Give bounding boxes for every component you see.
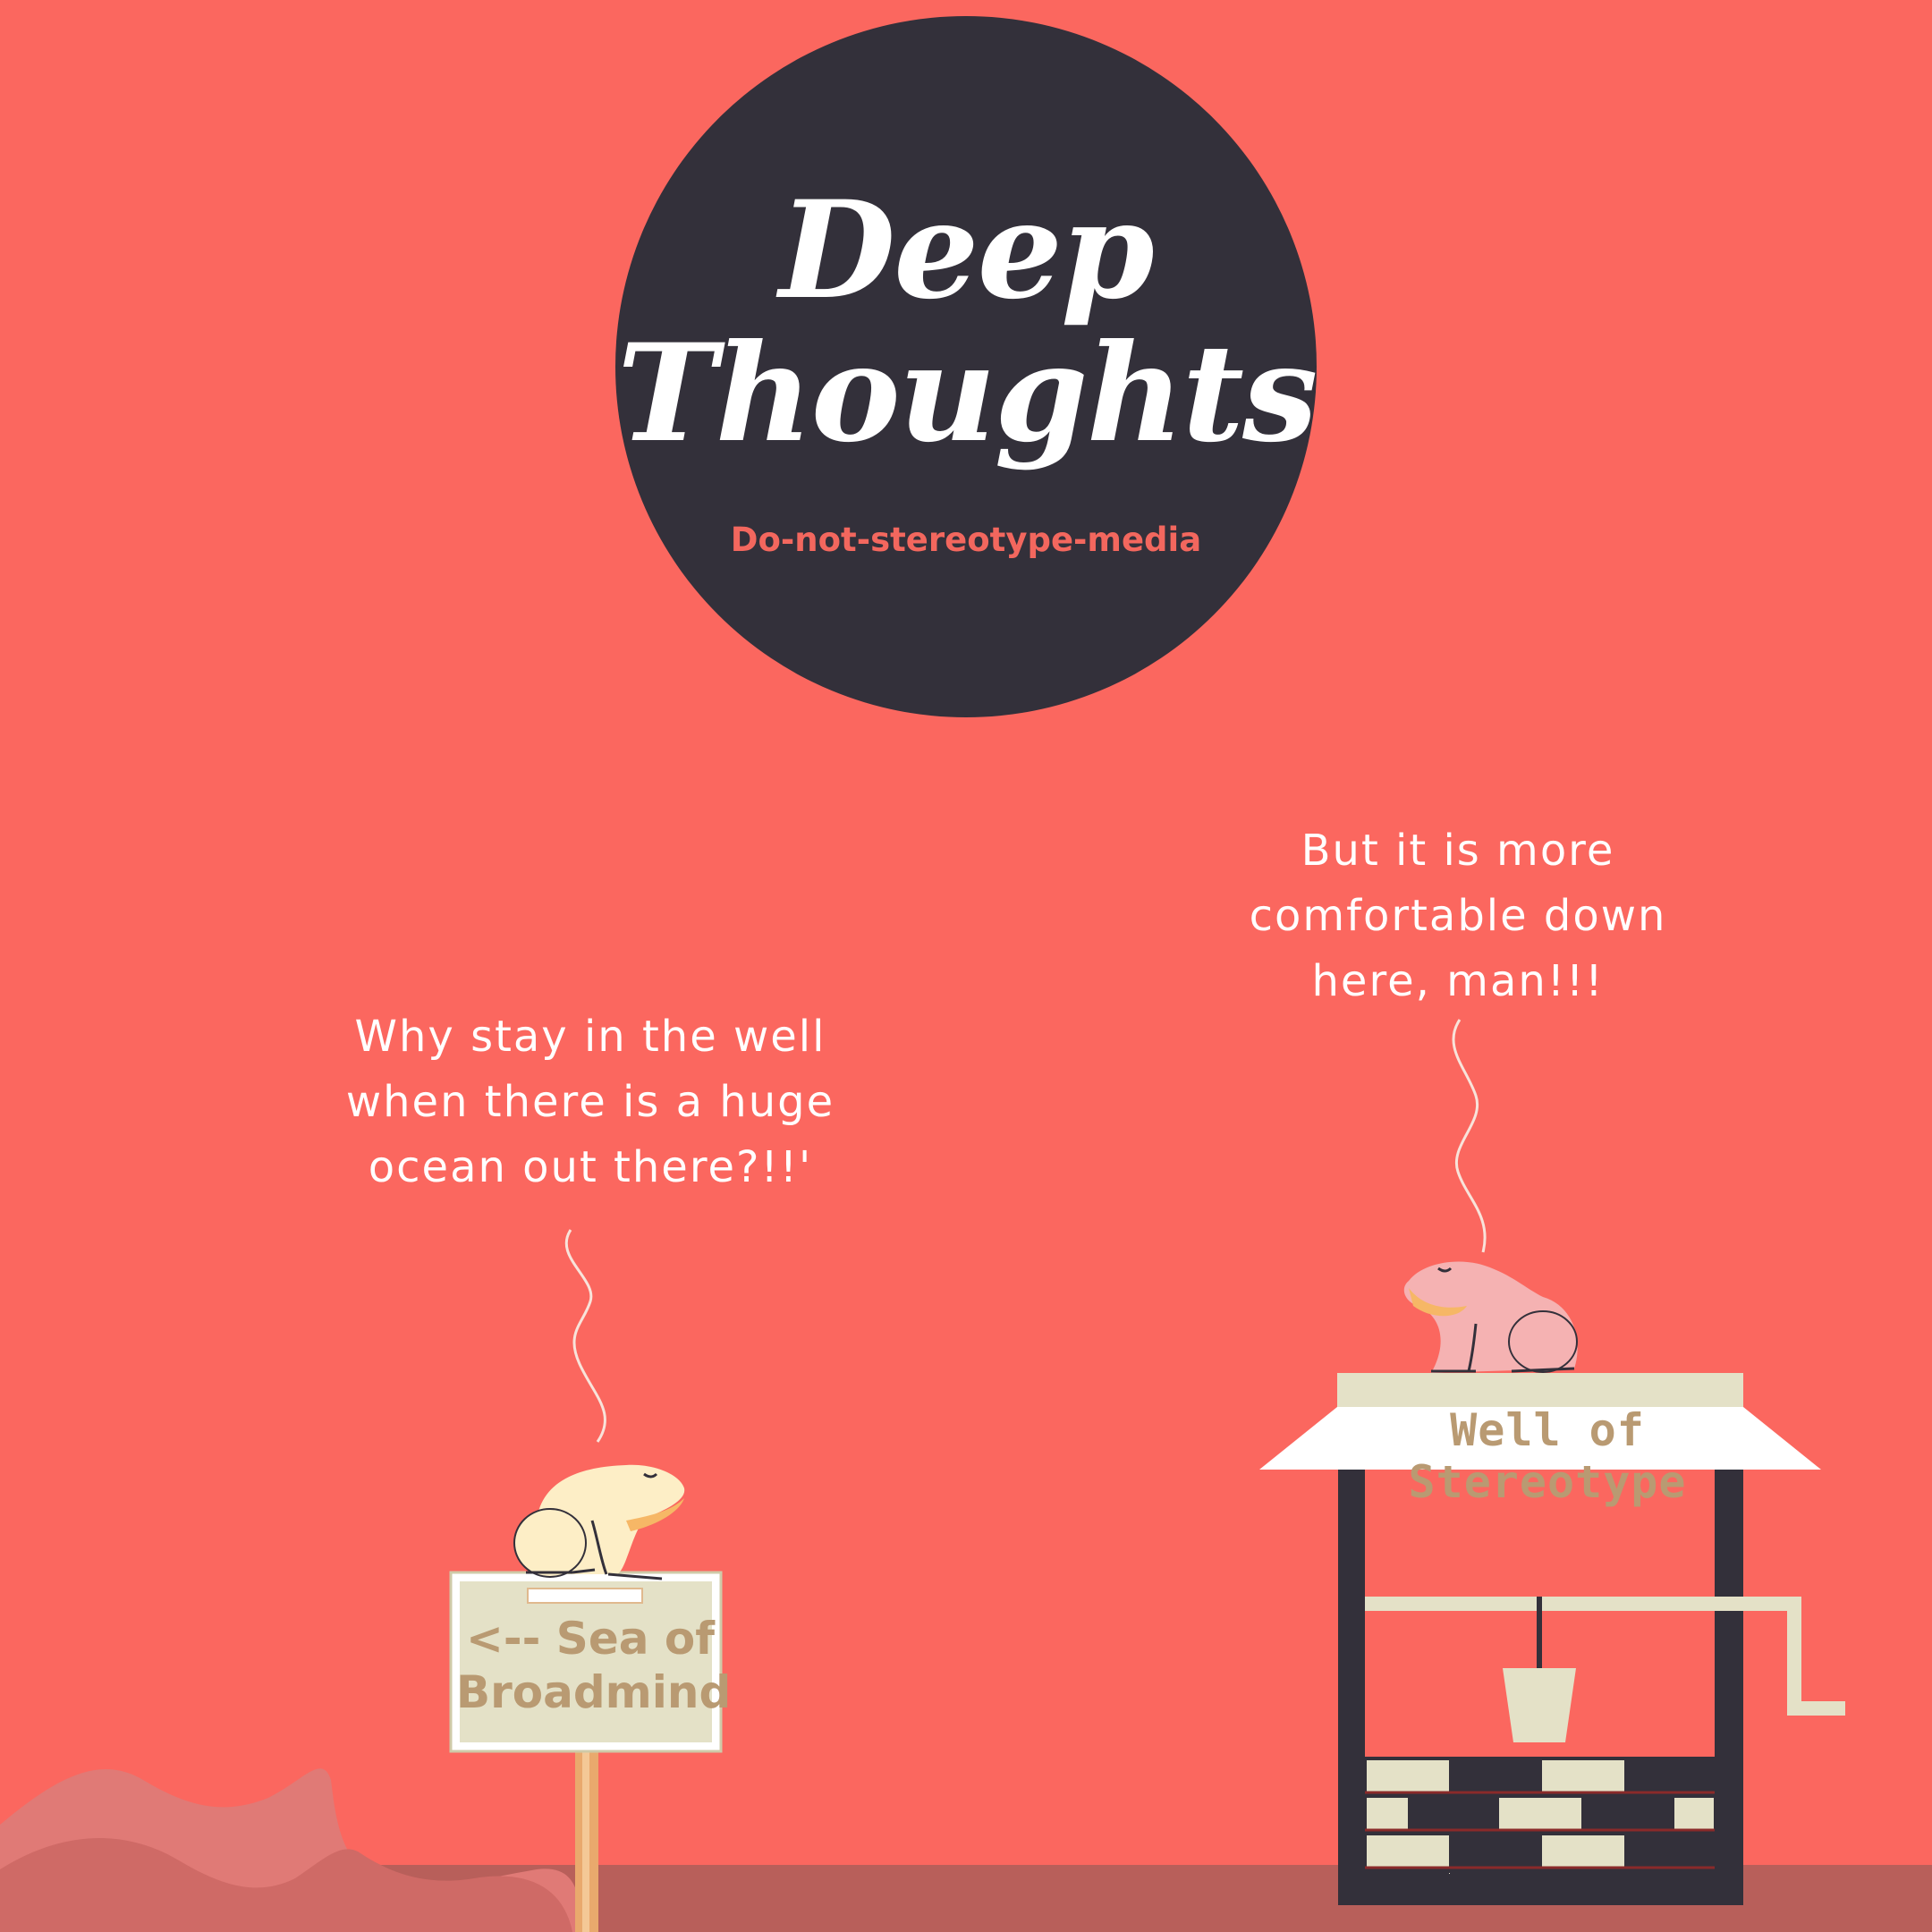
speech-right-line: But it is more: [1301, 826, 1615, 876]
speech-left-line: when there is a huge: [345, 1077, 835, 1127]
speech-right-line: comfortable down: [1249, 891, 1667, 941]
sign-line-1: <-- Sea of: [466, 1613, 715, 1665]
title-line-2: Thoughts: [617, 315, 1318, 472]
well-post-left: [1338, 1470, 1365, 1905]
speech-left-line: ocean out there?!!': [368, 1142, 813, 1192]
well-crank-handle: [1787, 1701, 1845, 1716]
well-roof-top: [1337, 1373, 1743, 1407]
sign-plaque: [527, 1588, 643, 1604]
title-line-1: Deep: [779, 172, 1155, 329]
sign-line-2: Broadmind: [456, 1666, 732, 1718]
frog-left: [513, 1464, 685, 1580]
well-crank-bar: [1365, 1597, 1801, 1611]
speech-right: But it is more comfortable down here, ma…: [1172, 818, 1744, 1014]
well-rope: [1537, 1597, 1542, 1668]
well-label: Well of Stereotype: [1408, 1404, 1687, 1508]
speech-left: Why stay in the well when there is a hug…: [304, 1004, 877, 1200]
sign-text: <-- Sea of Broadmind: [456, 1612, 732, 1719]
speech-right-line: here, man!!!: [1311, 956, 1605, 1006]
well-post-right: [1715, 1470, 1743, 1905]
speech-left-line: Why stay in the well: [354, 1012, 826, 1062]
poster: Deep Thoughts Do-not-stereotype-media Wh…: [0, 0, 1932, 1932]
thought-squiggle-left: [564, 1229, 606, 1443]
subtitle: Do-not-stereotype-media: [730, 521, 1202, 559]
thought-squiggle-right: [1452, 1019, 1487, 1253]
well-bucket: [1503, 1668, 1576, 1742]
frog-right: [1403, 1261, 1578, 1373]
